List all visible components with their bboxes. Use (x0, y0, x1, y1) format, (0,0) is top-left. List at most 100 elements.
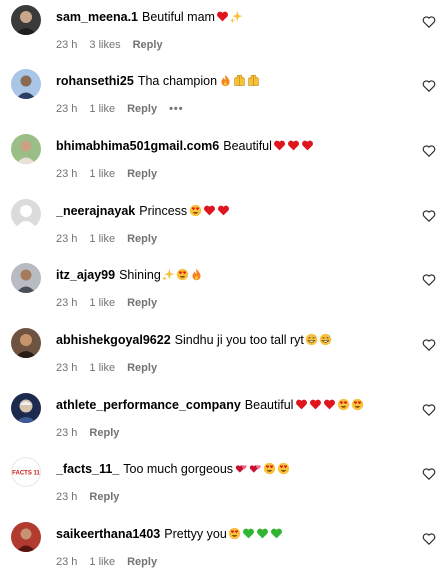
comment-emojis (234, 462, 290, 476)
comment-text: Too much gorgeous (123, 462, 234, 476)
comment-likes-count[interactable]: 1 like (89, 297, 115, 309)
comment-emojis (218, 74, 260, 88)
red-heart-icon (287, 139, 301, 156)
green-heart-icon (256, 527, 270, 544)
reply-button[interactable]: Reply (127, 362, 157, 374)
red-heart-icon (301, 139, 315, 156)
comment-timestamp[interactable]: 23 h (56, 427, 77, 439)
comment-username[interactable]: saikeerthana1403 (56, 527, 160, 541)
like-heart-icon[interactable] (422, 403, 436, 417)
reply-button[interactable]: Reply (127, 556, 157, 568)
reply-button[interactable]: Reply (127, 297, 157, 309)
like-heart-icon[interactable] (422, 79, 436, 93)
sparkles-icon (162, 268, 176, 285)
green-heart-icon (270, 527, 284, 544)
reply-button[interactable]: Reply (133, 39, 163, 51)
comment-timestamp[interactable]: 23 h (56, 491, 77, 503)
comment-username[interactable]: _facts_11_ (56, 462, 119, 476)
comment-row: saikeerthana1403 Prettyy you 23 h 1 like Rep… (0, 517, 446, 577)
green-heart-icon (242, 527, 256, 544)
comment-emojis (162, 268, 204, 282)
reply-button[interactable]: Reply (89, 491, 119, 503)
reply-button[interactable]: Reply (89, 427, 119, 439)
comment-username[interactable]: abhishekgoyal9622 (56, 333, 171, 347)
grin-sweat-icon (319, 333, 333, 350)
comment-body: abhishekgoyal9622 Sindhu ji you too tall … (56, 332, 406, 350)
user-avatar[interactable] (11, 134, 41, 164)
user-avatar[interactable] (11, 263, 41, 293)
comment-username[interactable]: rohansethi25 (56, 74, 134, 88)
comment-body: athlete_performance_company Beautiful (56, 397, 406, 415)
comment-text: Prettyy you (164, 527, 227, 541)
raised-hands-icon (246, 74, 260, 91)
red-heart-icon (322, 398, 336, 415)
comment-row: _neerajnayak Princess 23 h 1 like Reply (0, 194, 446, 254)
comment-username[interactable]: bhimabhima501gmail.com6 (56, 139, 219, 153)
comment-likes-count[interactable]: 3 likes (89, 39, 120, 51)
user-avatar[interactable] (11, 69, 41, 99)
comment-username[interactable]: _neerajnayak (56, 204, 135, 218)
fire-icon (218, 74, 232, 91)
comment-timestamp[interactable]: 23 h (56, 39, 77, 51)
reply-button[interactable]: Reply (127, 233, 157, 245)
comment-emojis (216, 10, 244, 24)
comment-text: Tha champion (137, 74, 218, 88)
comment-meta: 23 h Reply (56, 426, 131, 440)
comment-timestamp[interactable]: 23 h (56, 362, 77, 374)
like-heart-icon[interactable] (422, 338, 436, 352)
heart-eyes-icon (276, 462, 290, 479)
comment-timestamp[interactable]: 23 h (56, 168, 77, 180)
comment-row: rohansethi25 Tha champion 23 h 1 like Reply •… (0, 64, 446, 124)
comment-meta: 23 h 1 like Reply (56, 296, 169, 310)
comment-row: abhishekgoyal9622 Sindhu ji you too tall … (0, 323, 446, 383)
comment-meta: 23 h 1 like Reply (56, 232, 169, 246)
comment-username[interactable]: sam_meena.1 (56, 10, 138, 24)
comment-text: Sindhu ji you too tall ryt (174, 333, 304, 347)
user-avatar[interactable] (11, 393, 41, 423)
comment-timestamp[interactable]: 23 h (56, 556, 77, 568)
comment-likes-count[interactable]: 1 like (89, 233, 115, 245)
user-avatar[interactable] (11, 522, 41, 552)
heart-eyes-icon (176, 268, 190, 285)
comment-body: _facts_11_ Too much gorgeous (56, 461, 406, 479)
reply-button[interactable]: Reply (127, 103, 157, 115)
comment-username[interactable]: itz_ajay99 (56, 268, 115, 282)
comment-text: Beutiful mam (142, 10, 215, 24)
comment-likes-count[interactable]: 1 like (89, 556, 115, 568)
comment-emojis (228, 527, 284, 541)
comment-row: itz_ajay99 Shining 23 h 1 like Reply (0, 258, 446, 318)
comment-meta: 23 h 1 like Reply (56, 361, 169, 375)
user-avatar[interactable] (11, 328, 41, 358)
svg-text:FACTS 11: FACTS 11 (12, 471, 40, 477)
heart-eyes-icon (262, 462, 276, 479)
comment-meta: 23 h 3 likes Reply (56, 38, 175, 52)
comment-body: itz_ajay99 Shining (56, 267, 406, 285)
like-heart-icon[interactable] (422, 209, 436, 223)
like-heart-icon[interactable] (422, 15, 436, 29)
comment-timestamp[interactable]: 23 h (56, 233, 77, 245)
comment-likes-count[interactable]: 1 like (89, 362, 115, 374)
like-heart-icon[interactable] (422, 144, 436, 158)
comment-timestamp[interactable]: 23 h (56, 103, 77, 115)
user-avatar[interactable]: FACTS 11 (11, 457, 41, 487)
red-heart-icon (273, 139, 287, 156)
like-heart-icon[interactable] (422, 532, 436, 546)
heart-eyes-icon (336, 398, 350, 415)
comment-body: bhimabhima501gmail.com6 Beautiful (56, 138, 406, 156)
comment-meta: 23 h 1 like Reply ••• (56, 102, 196, 116)
heart-eyes-icon (350, 398, 364, 415)
heart-eyes-icon (188, 204, 202, 221)
comment-username[interactable]: athlete_performance_company (56, 398, 241, 412)
comment-emojis (273, 139, 315, 153)
comment-likes-count[interactable]: 1 like (89, 168, 115, 180)
reply-button[interactable]: Reply (127, 168, 157, 180)
red-heart-icon (216, 204, 230, 221)
user-avatar[interactable] (11, 5, 41, 35)
comment-timestamp[interactable]: 23 h (56, 297, 77, 309)
comment-meta: 23 h 1 like Reply (56, 555, 169, 569)
more-options-icon[interactable]: ••• (169, 103, 184, 115)
like-heart-icon[interactable] (422, 273, 436, 287)
like-heart-icon[interactable] (422, 467, 436, 481)
user-avatar[interactable] (11, 199, 41, 229)
comment-likes-count[interactable]: 1 like (89, 103, 115, 115)
